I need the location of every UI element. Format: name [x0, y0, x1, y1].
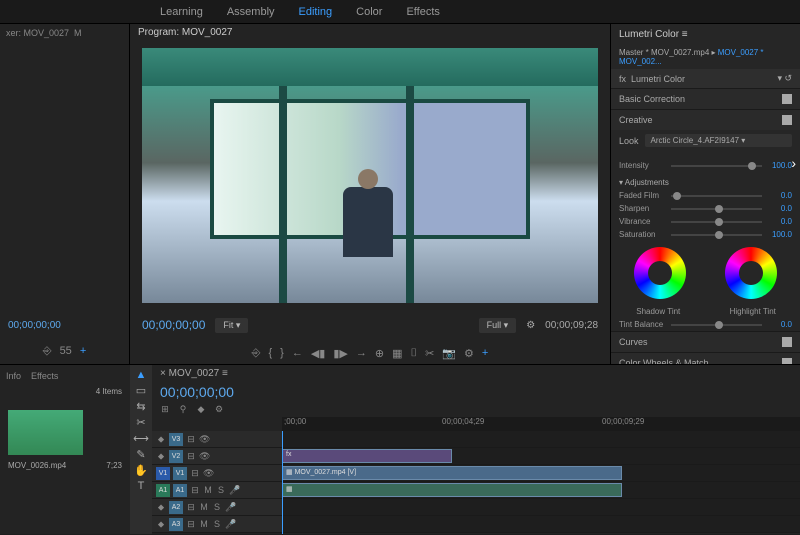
clip-thumbnail[interactable]	[8, 410, 83, 455]
intensity-slider[interactable]	[671, 165, 762, 167]
tab-editing[interactable]: Editing	[299, 6, 333, 18]
marker-icon[interactable]: ◆	[196, 404, 206, 415]
camera-icon[interactable]: 📷	[442, 347, 456, 360]
export-frame-icon[interactable]: ✂	[425, 347, 434, 360]
fx-badge: fx	[619, 74, 626, 84]
slip-tool-icon[interactable]: ⟷	[133, 432, 149, 445]
source-tab[interactable]: xer: MOV_0027 M	[0, 24, 129, 44]
faded-slider[interactable]	[671, 195, 762, 197]
add-icon[interactable]: +	[80, 345, 86, 358]
section-color-wheels[interactable]: Color Wheels & Match	[611, 352, 800, 364]
sequence-tab[interactable]: × MOV_0027 ≡	[152, 365, 800, 382]
project-panel: Info Effects 4 Items MOV_0026.mp4 7;23	[0, 365, 130, 534]
go-in-icon[interactable]: }	[280, 347, 284, 360]
vibrance-slider[interactable]	[671, 221, 762, 223]
lumetri-breadcrumb: Master * MOV_0027.mp4 ▸ MOV_0027 * MOV_0…	[611, 45, 800, 69]
lumetri-tab[interactable]: Lumetri Color ≡	[611, 24, 800, 45]
playhead[interactable]	[282, 431, 283, 534]
ripple-tool-icon[interactable]: ⇆	[136, 400, 145, 413]
look-dropdown[interactable]: Arctic Circle_4.AF2I9147 ▾	[645, 134, 792, 147]
source-panel: xer: MOV_0027 M 00;00;00;00 ⎆ 55 +	[0, 24, 130, 364]
source-tool-icon[interactable]: 55	[60, 345, 72, 358]
highlight-tint-wheel[interactable]	[725, 247, 777, 299]
track-a3[interactable]: A3	[169, 518, 183, 531]
track-v1[interactable]: V1	[173, 467, 187, 480]
clip-name: MOV_0026.mp4	[8, 461, 66, 470]
shadow-tint-wheel[interactable]	[634, 247, 686, 299]
program-viewer[interactable]	[142, 48, 598, 303]
section-creative[interactable]: Creative	[611, 109, 800, 130]
play-icon[interactable]: ▮▶	[333, 347, 348, 360]
razor-tool-icon[interactable]: ✂	[136, 416, 145, 429]
timeline-timecode[interactable]: 00;00;00;00	[160, 384, 234, 400]
program-timecode-out: 00;00;09;28	[545, 320, 598, 331]
resolution-dropdown[interactable]: Full ▾	[479, 318, 517, 333]
creative-checkbox[interactable]	[782, 115, 792, 125]
tracks-area[interactable]: ⬥V3⊟👁 ⬥V2⊟👁fx V1V1⊟👁▦ MOV_0027.mp4 [V] A…	[152, 431, 800, 534]
look-label: Look	[619, 136, 639, 146]
next-look-icon[interactable]: ›	[791, 155, 796, 171]
go-out-icon[interactable]: ⊕	[375, 347, 384, 360]
settings-icon[interactable]: ⚙	[214, 404, 224, 415]
video-clip[interactable]: ▦ MOV_0027.mp4 [V]	[282, 466, 622, 480]
tab-info[interactable]: Info	[6, 371, 21, 381]
wrench-icon[interactable]: ⚙	[464, 347, 474, 360]
hand-tool-icon[interactable]: ✋	[134, 464, 148, 477]
time-ruler[interactable]: ;00;00 00;00;04;29 00;00;09;29	[282, 417, 800, 431]
program-monitor: Program: MOV_0027 00;00;00;00 Fit ▾ Full…	[130, 24, 610, 364]
item-count: 4 Items	[4, 383, 126, 400]
transport-controls: ⎆ { } ← ◀▮ ▮▶ → ⊕ ▦ ⌷ ✂ 📷 ⚙ +	[130, 343, 610, 364]
add-icon[interactable]: +	[482, 347, 488, 360]
tab-effects-panel[interactable]: Effects	[31, 371, 58, 381]
fx-row[interactable]: fx Lumetri Color ▾ ↺	[611, 69, 800, 88]
mark-in-icon[interactable]: ⎆	[252, 347, 261, 360]
sharpen-slider[interactable]	[671, 208, 762, 210]
tab-learning[interactable]: Learning	[160, 6, 203, 18]
section-curves[interactable]: Curves	[611, 331, 800, 352]
step-fwd-icon[interactable]: →	[356, 347, 367, 360]
zoom-dropdown[interactable]: Fit ▾	[215, 318, 248, 333]
timeline-panel: × MOV_0027 ≡ 00;00;00;00 ⊞ ⚲ ◆ ⚙ ;00;00 …	[152, 365, 800, 534]
tool-palette: ▲ ▭ ⇆ ✂ ⟷ ✎ ✋ T	[130, 365, 152, 534]
tab-effects[interactable]: Effects	[406, 6, 439, 18]
lift-icon[interactable]: ▦	[392, 347, 402, 360]
audio-clip[interactable]: ▦	[282, 483, 622, 497]
track-a1[interactable]: A1	[173, 484, 187, 497]
step-back-icon[interactable]: ←	[292, 347, 303, 360]
snap-icon[interactable]: ⊞	[160, 404, 170, 415]
lumetri-panel: Lumetri Color ≡ Master * MOV_0027.mp4 ▸ …	[610, 24, 800, 364]
clip-duration: 7;23	[106, 461, 122, 470]
track-a2[interactable]: A2	[169, 501, 183, 514]
link-icon[interactable]: ⚲	[178, 404, 188, 415]
play-back-icon[interactable]: ◀▮	[311, 347, 326, 360]
settings-icon[interactable]: ⚙	[526, 320, 535, 331]
track-v2[interactable]: V2	[169, 450, 183, 463]
tint-balance-slider[interactable]	[671, 324, 762, 326]
source-tool-icon[interactable]: ⎆	[43, 345, 52, 358]
track-v3[interactable]: V3	[169, 433, 183, 446]
adjustments-label: ▾ Adjustments	[619, 178, 669, 187]
selection-tool-icon[interactable]: ▲	[136, 369, 147, 381]
intensity-value[interactable]: 100.0	[766, 161, 792, 170]
source-timecode: 00;00;00;00	[0, 312, 129, 339]
track-select-tool-icon[interactable]: ▭	[136, 384, 146, 397]
extract-icon[interactable]: ⌷	[411, 347, 418, 360]
basic-checkbox[interactable]	[782, 94, 792, 104]
pen-tool-icon[interactable]: ✎	[136, 448, 145, 461]
saturation-slider[interactable]	[671, 234, 762, 236]
type-tool-icon[interactable]: T	[138, 480, 145, 492]
program-timecode-in[interactable]: 00;00;00;00	[142, 318, 205, 332]
mark-out-icon[interactable]: {	[268, 347, 272, 360]
intensity-label: Intensity	[619, 161, 667, 170]
section-basic-correction[interactable]: Basic Correction	[611, 88, 800, 109]
program-tab[interactable]: Program: MOV_0027	[130, 24, 610, 44]
tab-assembly[interactable]: Assembly	[227, 6, 275, 18]
workspace-tabs: Learning Assembly Editing Color Effects	[0, 0, 800, 24]
tab-color[interactable]: Color	[356, 6, 382, 18]
